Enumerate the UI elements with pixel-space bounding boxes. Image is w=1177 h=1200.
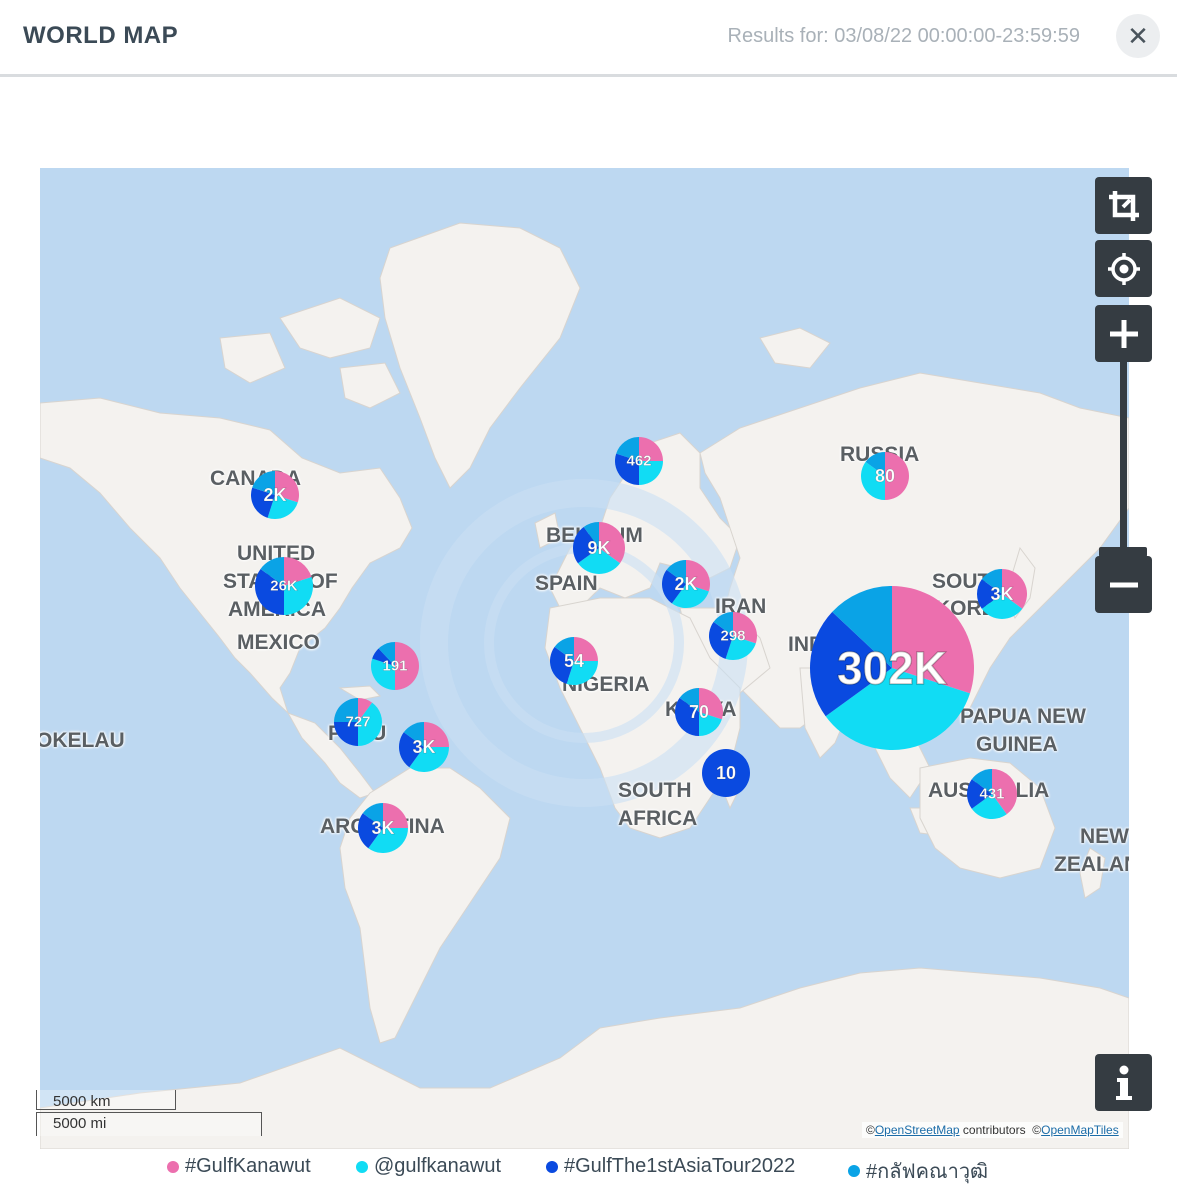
openmaptiles-link[interactable]: OpenMapTiles <box>1041 1123 1119 1137</box>
country-label: AFRICA <box>618 807 698 830</box>
cluster-usa[interactable]: 26K <box>255 557 313 615</box>
cluster-canada[interactable]: 2K <box>251 471 299 519</box>
legend-dot <box>546 1160 558 1173</box>
cluster-count: 431 <box>979 786 1004 803</box>
country-label: MEXICO <box>237 631 320 654</box>
cluster-count: 54 <box>564 651 584 671</box>
zoom-slider-track[interactable] <box>1120 362 1127 552</box>
crop-icon <box>1108 190 1139 221</box>
map-attribution: ©OpenStreetMap contributors ©OpenMapTile… <box>862 1122 1123 1138</box>
cluster-count: 3K <box>412 737 435 757</box>
legend-dot <box>848 1165 860 1177</box>
legend-dot <box>356 1160 368 1173</box>
cluster-argentina[interactable]: 3K <box>358 803 408 853</box>
legend-label: #กลัฟคณาวุฒิ <box>866 1161 989 1183</box>
cluster-turkey[interactable]: 2K <box>662 560 710 608</box>
cluster-count: 3K <box>371 818 394 838</box>
cluster-count: 191 <box>382 658 407 675</box>
attribution-prefix: © <box>866 1123 875 1137</box>
cluster-count: 70 <box>689 702 709 722</box>
scale-mi: 5000 mi <box>36 1112 262 1136</box>
country-label: OKELAU <box>40 729 125 752</box>
cluster-iran[interactable]: 298 <box>709 612 757 660</box>
legend-item[interactable]: @gulfkanawut <box>356 1155 501 1178</box>
world-map[interactable]: CANADA UNITED STATES OF AMERICA MEXICO O… <box>40 168 1129 1149</box>
cluster-count: 298 <box>720 628 745 645</box>
cluster-colombia[interactable]: 191 <box>371 642 419 690</box>
results-date-range: Results for: 03/08/22 00:00:00-23:59:59 <box>727 25 1080 47</box>
close-button[interactable]: ✕ <box>1116 14 1160 58</box>
minus-icon <box>1109 582 1138 587</box>
crosshair-icon <box>1107 252 1140 285</box>
cluster-india[interactable]: 302K <box>810 586 974 750</box>
crop-button[interactable] <box>1095 177 1152 234</box>
legend-dot <box>167 1160 179 1173</box>
page-title: WORLD MAP <box>23 22 179 49</box>
info-icon <box>1115 1065 1132 1100</box>
cluster-russia[interactable]: 80 <box>861 452 909 500</box>
country-label: SOUTH <box>618 779 692 802</box>
cluster-count: 9K <box>587 538 610 558</box>
legend-label: #GulfKanawut <box>185 1155 311 1177</box>
country-label: NEW <box>1080 825 1129 848</box>
cluster-count: 462 <box>626 453 651 470</box>
legend-label: @gulfkanawut <box>374 1155 502 1177</box>
legend-item[interactable]: #กลัฟคณาวุฒิ <box>848 1155 988 1187</box>
legend: #GulfKanawut @gulfkanawut #GulfThe1stAsi… <box>0 1155 1177 1185</box>
cluster-count: 10 <box>716 763 736 783</box>
header: WORLD MAP Results for: 03/08/22 00:00:00… <box>0 0 1177 77</box>
plus-icon <box>1109 319 1138 348</box>
scale-km: 5000 km <box>36 1090 176 1110</box>
cluster-madagascar[interactable]: 10 <box>702 749 750 797</box>
country-label: GUINEA <box>976 733 1058 756</box>
cluster-count: 2K <box>263 485 286 505</box>
cluster-count: 80 <box>875 466 895 486</box>
country-label: PAPUA NEW <box>960 705 1086 728</box>
cluster-count: 727 <box>345 714 370 731</box>
cluster-brazil[interactable]: 3K <box>399 722 449 772</box>
cluster-count: 302K <box>837 642 947 694</box>
attribution-prefix2: © <box>1032 1123 1042 1137</box>
cluster-count: 3K <box>990 584 1013 604</box>
cluster-kenya[interactable]: 70 <box>675 688 723 736</box>
cluster-australia[interactable]: 431 <box>967 769 1017 819</box>
cluster-count: 2K <box>674 574 697 594</box>
zoom-in-button[interactable] <box>1095 305 1152 362</box>
attribution-contributors: contributors <box>959 1123 1026 1137</box>
country-label: ZEALAND <box>1054 853 1129 876</box>
cluster-south-korea[interactable]: 3K <box>977 569 1027 619</box>
close-icon: ✕ <box>1127 20 1149 51</box>
cluster-peru[interactable]: 727 <box>334 698 382 746</box>
info-button[interactable] <box>1095 1054 1152 1111</box>
cluster-nigeria[interactable]: 54 <box>550 637 598 685</box>
osm-link[interactable]: OpenStreetMap <box>875 1123 960 1137</box>
locate-button[interactable] <box>1095 240 1152 297</box>
legend-label: #GulfThe1stAsiaTour2022 <box>564 1155 796 1177</box>
cluster-belgium[interactable]: 9K <box>573 522 625 574</box>
country-label: SPAIN <box>535 572 598 595</box>
cluster-count: 26K <box>270 578 298 595</box>
legend-item[interactable]: #GulfThe1stAsiaTour2022 <box>546 1155 795 1178</box>
cluster-finland[interactable]: 462 <box>615 437 663 485</box>
zoom-out-button[interactable] <box>1095 556 1152 613</box>
legend-item[interactable]: #GulfKanawut <box>167 1155 311 1178</box>
